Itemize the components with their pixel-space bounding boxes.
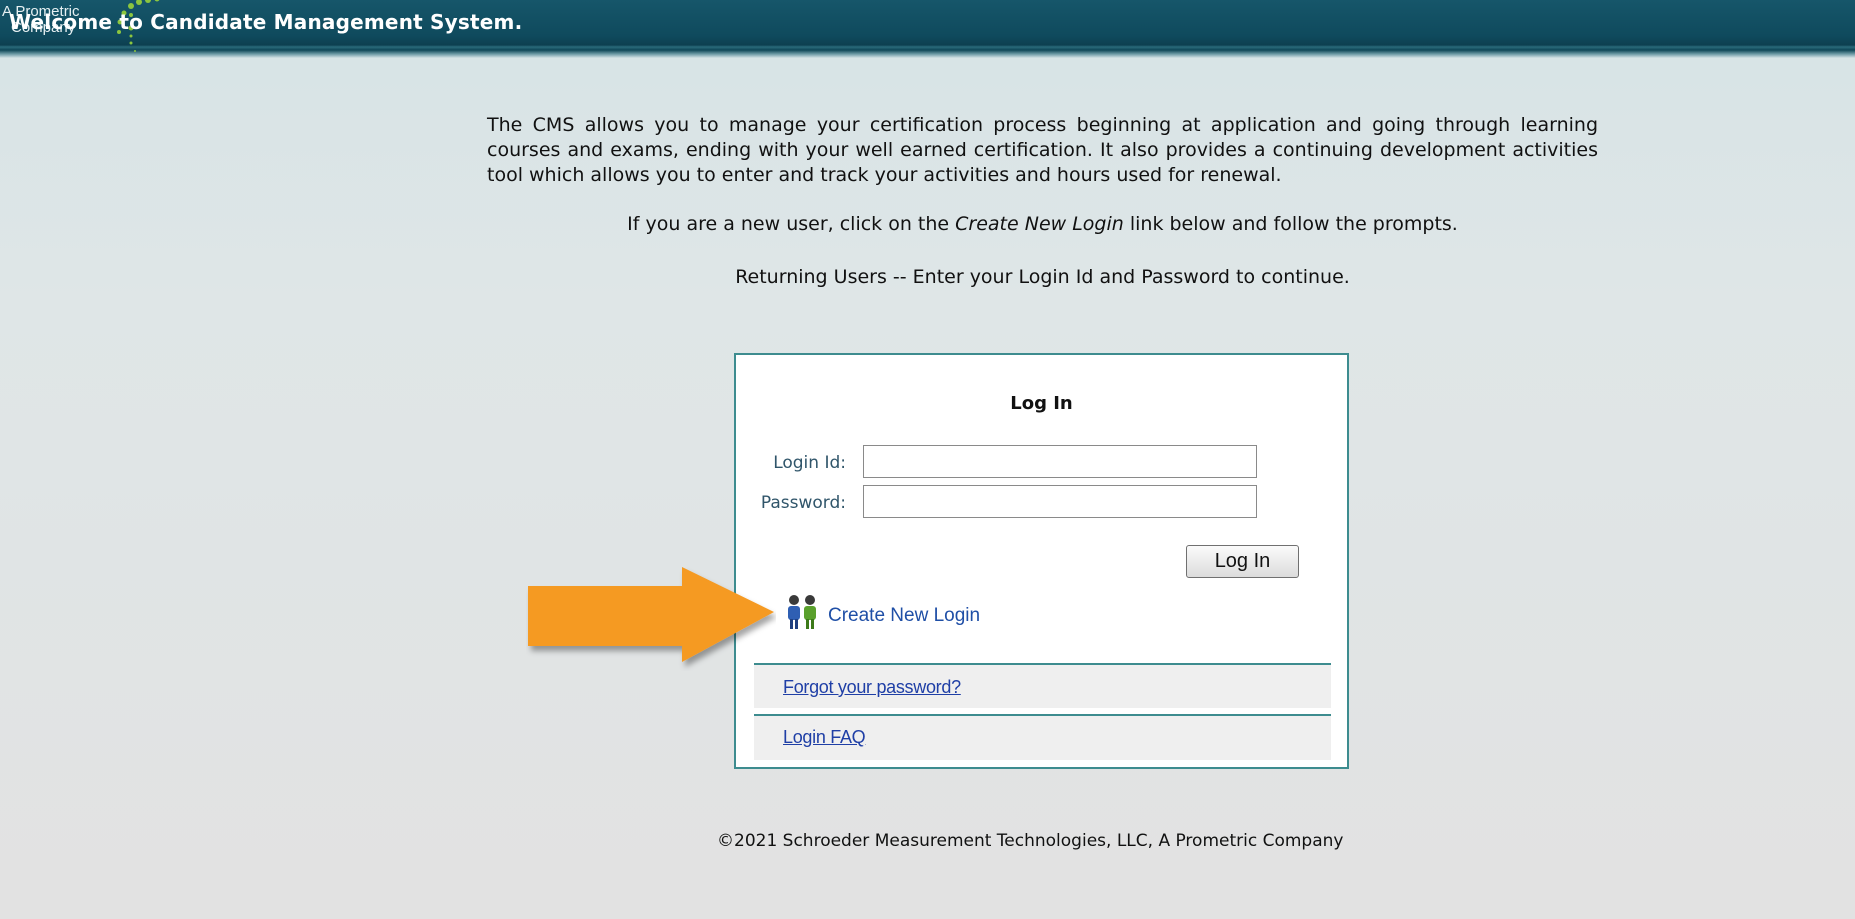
forgot-password-panel: Forgot your password? bbox=[754, 663, 1331, 708]
create-new-login-row[interactable]: Create New Login bbox=[783, 593, 980, 633]
intro-paragraph: The CMS allows you to manage your certif… bbox=[487, 114, 1598, 186]
returning-users-instructions: Returning Users -- Enter your Login Id a… bbox=[735, 266, 1350, 288]
users-icon bbox=[788, 595, 816, 629]
password-input[interactable] bbox=[863, 485, 1257, 518]
new-user-suffix: link below and follow the prompts. bbox=[1123, 213, 1458, 235]
header-bar: A Prometric Company Welcome to Candidate… bbox=[0, 0, 1855, 58]
forgot-password-link[interactable]: Forgot your password? bbox=[783, 677, 961, 698]
login-title: Log In bbox=[1010, 393, 1073, 414]
create-new-login-link[interactable]: Create New Login bbox=[828, 605, 980, 627]
login-panel: Log In Login Id: Password: Log In Create… bbox=[734, 353, 1349, 769]
login-id-label: Login Id: bbox=[773, 453, 846, 473]
arrow-right-icon bbox=[528, 567, 774, 662]
new-user-instructions: If you are a new user, click on the Crea… bbox=[487, 213, 1598, 235]
new-user-link-reference: Create New Login bbox=[955, 213, 1124, 235]
footer-copyright: ©2021 Schroeder Measurement Technologies… bbox=[717, 831, 1344, 851]
login-button[interactable]: Log In bbox=[1186, 545, 1299, 578]
login-faq-link[interactable]: Login FAQ bbox=[783, 727, 866, 748]
page-title: Welcome to Candidate Management System. bbox=[9, 10, 523, 34]
login-id-input[interactable] bbox=[863, 445, 1257, 478]
login-faq-panel: Login FAQ bbox=[754, 714, 1331, 760]
new-user-prefix: If you are a new user, click on the bbox=[627, 213, 956, 235]
password-label: Password: bbox=[760, 493, 846, 513]
